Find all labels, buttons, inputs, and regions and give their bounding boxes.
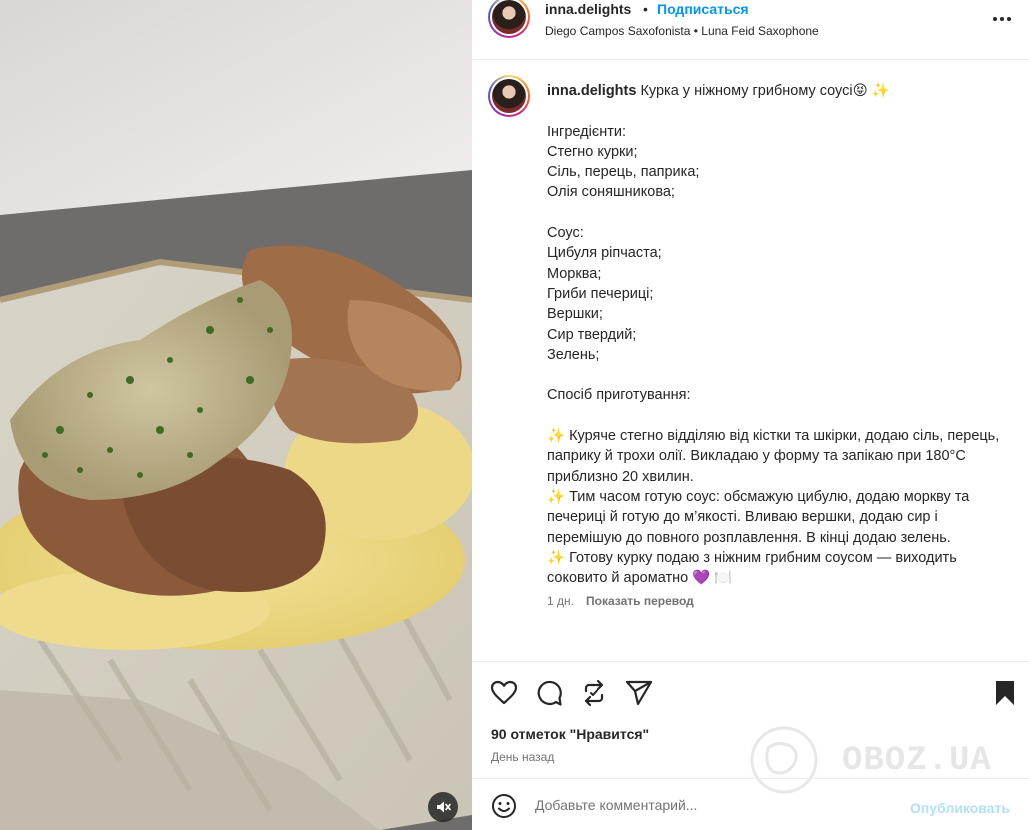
repost-icon[interactable] [580, 679, 608, 707]
audio-track[interactable]: Diego Campos Saxofonista • Luna Feid Sax… [545, 24, 819, 38]
post-panel: inna.delights • Подписаться Diego Campos… [472, 0, 1029, 830]
food-photo [0, 0, 472, 830]
share-icon[interactable] [625, 679, 653, 707]
caption-avatar[interactable] [488, 75, 530, 117]
watermark-text: OBOZ.UA [842, 742, 992, 780]
comment-input[interactable] [535, 793, 895, 817]
follow-button[interactable]: Подписаться [657, 1, 749, 17]
caption-body: Курка у ніжному грибному соусі😝 ✨ Інгред… [547, 83, 1000, 587]
bookmark-icon[interactable] [991, 679, 1019, 707]
speaker-muted-icon [437, 801, 451, 813]
post-media[interactable] [0, 0, 472, 830]
author-username[interactable]: inna.delights [545, 1, 631, 17]
post-header: inna.delights • Подписаться Diego Campos… [472, 0, 1029, 60]
emoji-icon[interactable] [491, 793, 517, 819]
caption-meta: 1 дн. Показать перевод [547, 594, 694, 608]
post-time[interactable]: День назад [491, 750, 554, 764]
caption-area: inna.delights Курка у ніжному грибному с… [472, 61, 1029, 661]
caption-age: 1 дн. [547, 594, 574, 608]
likes-count[interactable]: 90 отметок "Нравится" [491, 726, 649, 742]
publish-button[interactable]: Опубликовать [910, 800, 1010, 816]
comment-icon[interactable] [535, 679, 563, 707]
avatar[interactable] [488, 0, 530, 38]
comment-bar: Опубликовать [472, 778, 1029, 830]
translate-button[interactable]: Показать перевод [586, 594, 694, 608]
caption-username[interactable]: inna.delights [547, 83, 636, 99]
heart-icon[interactable] [490, 679, 518, 707]
more-horizontal-icon[interactable] [990, 9, 1014, 29]
header-separator: • [643, 1, 648, 17]
mute-button[interactable] [428, 792, 458, 822]
caption-text: inna.delights Курка у ніжному грибному с… [547, 81, 1007, 588]
